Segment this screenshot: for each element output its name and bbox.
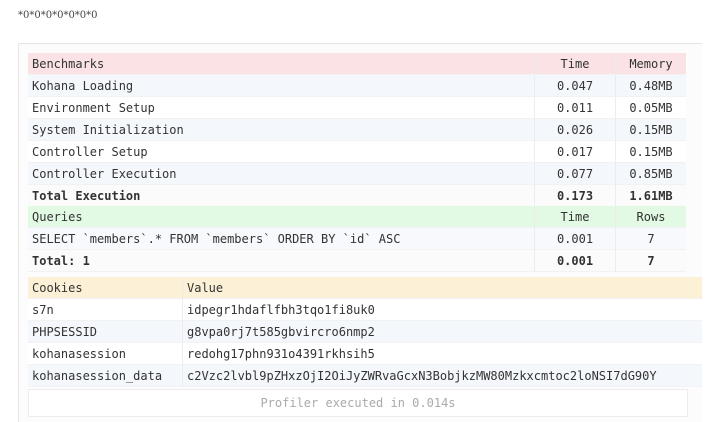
benchmark-total-time: 0.173 (535, 185, 616, 207)
queries-total-rows: 7 (616, 250, 686, 272)
table-row: SELECT `members`.* FROM `members` ORDER … (28, 228, 686, 250)
queries-header-row: Queries Time Rows (28, 206, 686, 228)
cookie-value: redohg17phn931o4391rkhsih5 (183, 343, 702, 365)
cookie-value: c2Vzc2lvbl9pZHxzOjI2OiJyZWRvaGcxN3Bobjkz… (183, 365, 702, 387)
queries-rows-header: Rows (616, 206, 686, 228)
profiler-footer: Profiler executed in 0.014s (28, 389, 688, 417)
page-output-text: *0*0*0*0*0*0*0 (18, 10, 98, 21)
queries-header: Queries (28, 206, 535, 228)
table-row: PHPSESSID g8vpa0rj7t585gbvircro6nmp2 (28, 321, 702, 343)
benchmarks-total-row: Total Execution 0.173 1.61MB (28, 185, 686, 207)
benchmark-memory: 0.15MB (616, 141, 686, 163)
profiler-panel: Benchmarks Time Memory Kohana Loading 0.… (18, 43, 702, 422)
table-row: s7n idpegr1hdaflfbh3tqo1fi8uk0 (28, 299, 702, 321)
benchmarks-table: Benchmarks Time Memory Kohana Loading 0.… (28, 53, 686, 207)
benchmark-memory: 0.85MB (616, 163, 686, 185)
benchmark-name: System Initialization (28, 119, 535, 141)
benchmark-name: Environment Setup (28, 97, 535, 119)
queries-total-label: Total: 1 (28, 250, 535, 272)
table-row: kohanasession_data c2Vzc2lvbl9pZHxzOjI2O… (28, 365, 702, 387)
benchmark-memory: 0.15MB (616, 119, 686, 141)
table-row: Environment Setup 0.011 0.05MB (28, 97, 686, 119)
cookie-value: idpegr1hdaflfbh3tqo1fi8uk0 (183, 299, 702, 321)
table-row: System Initialization 0.026 0.15MB (28, 119, 686, 141)
table-row: Kohana Loading 0.047 0.48MB (28, 75, 686, 97)
cookie-name: kohanasession_data (28, 365, 183, 387)
table-row: Controller Execution 0.077 0.85MB (28, 163, 686, 185)
cookie-name: s7n (28, 299, 183, 321)
benchmark-time: 0.026 (535, 119, 616, 141)
cookies-table: Cookies Value s7n idpegr1hdaflfbh3tqo1fi… (28, 277, 702, 387)
benchmark-total-label: Total Execution (28, 185, 535, 207)
benchmark-name: Kohana Loading (28, 75, 535, 97)
query-sql: SELECT `members`.* FROM `members` ORDER … (28, 228, 535, 250)
query-time: 0.001 (535, 228, 616, 250)
queries-total-row: Total: 1 0.001 7 (28, 250, 686, 272)
benchmark-time: 0.047 (535, 75, 616, 97)
cookies-header-row: Cookies Value (28, 277, 702, 299)
cookies-value-header: Value (183, 277, 702, 299)
cookies-header: Cookies (28, 277, 183, 299)
benchmark-memory: 0.05MB (616, 97, 686, 119)
queries-table: Queries Time Rows SELECT `members`.* FRO… (28, 206, 686, 272)
benchmark-memory: 0.48MB (616, 75, 686, 97)
query-rows: 7 (616, 228, 686, 250)
benchmarks-time-header: Time (535, 53, 616, 75)
benchmarks-memory-header: Memory (616, 53, 686, 75)
benchmark-total-memory: 1.61MB (616, 185, 686, 207)
benchmark-time: 0.011 (535, 97, 616, 119)
benchmarks-header: Benchmarks (28, 53, 535, 75)
queries-total-time: 0.001 (535, 250, 616, 272)
benchmarks-header-row: Benchmarks Time Memory (28, 53, 686, 75)
benchmark-time: 0.077 (535, 163, 616, 185)
table-row: kohanasession redohg17phn931o4391rkhsih5 (28, 343, 702, 365)
benchmark-name: Controller Setup (28, 141, 535, 163)
benchmark-name: Controller Execution (28, 163, 535, 185)
table-row: Controller Setup 0.017 0.15MB (28, 141, 686, 163)
queries-time-header: Time (535, 206, 616, 228)
cookie-value: g8vpa0rj7t585gbvircro6nmp2 (183, 321, 702, 343)
benchmark-time: 0.017 (535, 141, 616, 163)
cookie-name: kohanasession (28, 343, 183, 365)
cookie-name: PHPSESSID (28, 321, 183, 343)
